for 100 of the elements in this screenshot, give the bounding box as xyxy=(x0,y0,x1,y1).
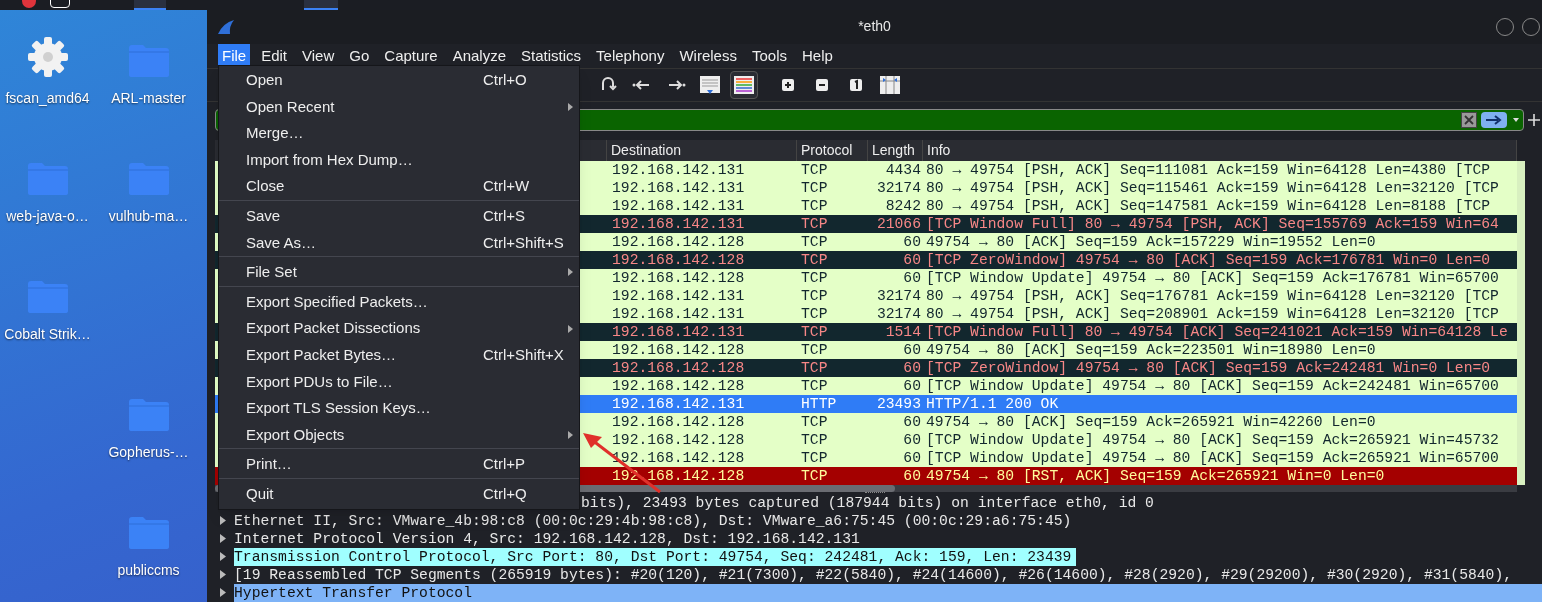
menu-item[interactable]: File Set xyxy=(219,256,579,286)
folder-icon xyxy=(26,280,69,314)
destination-cell-text: 192.168.142.131 xyxy=(611,395,746,413)
info-cell-text: 49754 → 80 [ACK] Seq=159 Ack=157229 Win=19552 Len=0 xyxy=(925,233,1377,251)
settings-icon xyxy=(26,36,69,78)
column-header[interactable]: Length xyxy=(868,140,923,161)
destination-cell-text: 192.168.142.131 xyxy=(611,215,746,233)
menu-item[interactable]: Go xyxy=(345,43,374,69)
folder-icon xyxy=(26,162,69,196)
length-cell-text: 21066 xyxy=(875,215,922,233)
destination-cell-text: 192.168.142.128 xyxy=(611,413,746,431)
menu-item-label: Merge… xyxy=(246,123,305,144)
menu-item[interactable]: Export Specified Packets… xyxy=(219,285,579,316)
desktop-icon-label[interactable]: Cobalt Strik… xyxy=(4,324,91,345)
menu-item-label: Quit xyxy=(246,483,275,504)
column-header[interactable]: Protocol xyxy=(797,140,868,161)
taskbar-tab[interactable] xyxy=(304,0,338,10)
protocol-cell-text: TCP xyxy=(800,413,829,431)
splitter-handle[interactable] xyxy=(864,492,885,494)
apply-filter-button[interactable] xyxy=(1481,112,1507,129)
folder-icon xyxy=(127,162,170,196)
info-cell-text: 80 → 49754 [PSH, ACK] Seq=176781 Ack=159 Win=64128 Len=32120 [TCP xyxy=(925,287,1500,305)
info-cell-text: HTTP/1.1 200 OK xyxy=(925,395,1060,413)
protocol-cell-text: TCP xyxy=(800,233,829,251)
clear-filter-button[interactable] xyxy=(1461,112,1477,129)
column-header[interactable]: Info xyxy=(923,140,1517,161)
menu-item[interactable]: Merge… xyxy=(219,120,579,147)
destination-cell-text: 192.168.142.128 xyxy=(611,341,746,359)
menu-item-label: Close xyxy=(246,176,286,197)
protocol-cell-text: TCP xyxy=(800,197,829,215)
length-cell-text: 60 xyxy=(902,251,922,269)
detail-row[interactable]: Ethernet II, Src: VMware_4b:98:c8 (00:0c:29:4b:98:c8), Dst: VMware_a6:75:45 (00:0c:29:a6:75:45) xyxy=(234,512,1072,530)
protocol-cell-text: TCP xyxy=(800,341,829,359)
colorize-icon[interactable] xyxy=(730,71,758,100)
detail-row[interactable]: bits), 23493 bytes captured (187944 bits) on interface eth0, id 0 xyxy=(581,494,1154,512)
destination-cell-text: 192.168.142.131 xyxy=(611,287,746,305)
shortcut-label: Ctrl+Q xyxy=(483,483,527,504)
menu-item-label: Open Recent xyxy=(246,96,336,117)
detail-row[interactable]: Transmission Control Protocol, Src Port: 80, Dst Port: 49754, Seq: 242481, Ack: 159, Len: 23439 xyxy=(234,548,1077,566)
menu-item[interactable]: Print… Ctrl+P xyxy=(219,448,579,478)
menu-item[interactable]: View xyxy=(298,43,339,69)
info-cell-text: 80 → 49754 [PSH, ACK] Seq=111081 Ack=159 Win=64128 Len=4380 [TCP xyxy=(925,161,1492,179)
add-icon[interactable] xyxy=(1528,114,1540,127)
length-cell-text: 60 xyxy=(902,431,922,449)
desktop-icon-label[interactable]: web-java-o… xyxy=(6,206,89,227)
desktop-icon-label[interactable]: fscan_amd64 xyxy=(5,88,90,109)
detail-row[interactable]: Internet Protocol Version 4, Src: 192.168.142.128, Dst: 192.168.142.131 xyxy=(234,530,860,548)
submenu-arrow-icon xyxy=(568,268,573,277)
shortcut-label: Ctrl+O xyxy=(483,70,527,91)
desktop-icon-label[interactable]: publiccms xyxy=(117,560,180,581)
length-cell-text: 60 xyxy=(902,359,922,377)
protocol-cell-text: TCP xyxy=(800,449,829,467)
length-cell-text: 4434 xyxy=(884,161,922,179)
submenu-arrow-icon xyxy=(568,431,573,439)
menu-item[interactable]: Analyze xyxy=(448,43,511,69)
protocol-cell-text: TCP xyxy=(800,431,829,449)
destination-cell-text: 192.168.142.131 xyxy=(611,323,746,341)
detail-row[interactable]: Hypertext Transfer Protocol xyxy=(234,584,472,602)
menu-item[interactable]: Wireless xyxy=(675,43,741,69)
taskbar-tab[interactable] xyxy=(134,0,166,10)
menu-item[interactable]: Edit xyxy=(257,43,292,69)
menu-item[interactable]: Telephony xyxy=(592,43,669,69)
menu-item[interactable]: Open Ctrl+O xyxy=(219,67,579,94)
column-header[interactable]: Destination xyxy=(607,140,797,161)
detail-row[interactable]: [19 Reassembled TCP Segments (265919 bytes): #20(120), #21(7300), #22(5840), #24(14600), #26(14600), #28(2920), #29(29200), #30(2920), #31(5840), xyxy=(234,566,1513,584)
desktop-icon-label[interactable]: vulhub-ma… xyxy=(108,206,189,227)
menu-item[interactable]: Save Ctrl+S xyxy=(219,199,579,230)
info-cell-text: 80 → 49754 [PSH, ACK] Seq=147581 Ack=159 Win=64128 Len=8188 [TCP xyxy=(925,197,1492,215)
destination-cell-text: 192.168.142.128 xyxy=(611,467,746,485)
menu-item[interactable]: Statistics xyxy=(517,43,586,69)
length-cell-text: 60 xyxy=(902,449,922,467)
protocol-cell-text: TCP xyxy=(800,269,829,287)
destination-cell-text: 192.168.142.128 xyxy=(611,359,746,377)
menu-item[interactable]: Quit Ctrl+Q xyxy=(219,477,579,508)
length-cell-text: 60 xyxy=(902,233,922,251)
menu-item-label: Open xyxy=(246,70,284,91)
destination-cell-text: 192.168.142.131 xyxy=(611,179,746,197)
info-cell-text: [TCP Window Update] 49754 → 80 [ACK] Seq=159 Ack=176781 Win=65700 xyxy=(925,269,1500,287)
menu-item[interactable]: Help xyxy=(798,43,837,69)
info-cell-text: [TCP Window Full] 80 → 49754 [PSH, ACK] Seq=155769 Ack=159 Win=64 xyxy=(925,215,1500,233)
protocol-cell-text: HTTP xyxy=(800,395,838,413)
info-cell-text: 49754 → 80 [RST, ACK] Seq=159 Ack=265921 Win=0 Len=0 xyxy=(925,467,1386,485)
menu-item[interactable]: Open Recent xyxy=(219,93,579,121)
info-cell-text: 49754 → 80 [ACK] Seq=159 Ack=223501 Win=18980 Len=0 xyxy=(925,341,1377,359)
menu-item[interactable]: Tools xyxy=(747,43,791,69)
protocol-cell-text: TCP xyxy=(800,323,829,341)
menu-item[interactable]: Capture xyxy=(380,43,442,69)
protocol-cell-text: TCP xyxy=(800,251,829,269)
protocol-cell-text: TCP xyxy=(800,287,829,305)
info-cell-text: [TCP ZeroWindow] 49754 → 80 [ACK] Seq=159 Ack=242481 Win=0 Len=0 xyxy=(925,359,1492,377)
length-cell-text: 32174 xyxy=(875,305,922,323)
destination-cell-text: 192.168.142.131 xyxy=(611,161,746,179)
desktop-icon-label[interactable]: ARL-master xyxy=(111,88,186,109)
protocol-cell-text: TCP xyxy=(800,161,829,179)
desktop-icon-label[interactable]: Gopherus-… xyxy=(108,442,189,463)
length-cell-text: 60 xyxy=(902,377,922,395)
info-cell-text: [TCP Window Update] 49754 → 80 [ACK] Seq=159 Ack=242481 Win=65700 xyxy=(925,377,1500,395)
protocol-cell-text: TCP xyxy=(800,305,829,323)
protocol-cell-text: TCP xyxy=(800,377,829,395)
vertical-scrollbar[interactable] xyxy=(1517,161,1525,485)
